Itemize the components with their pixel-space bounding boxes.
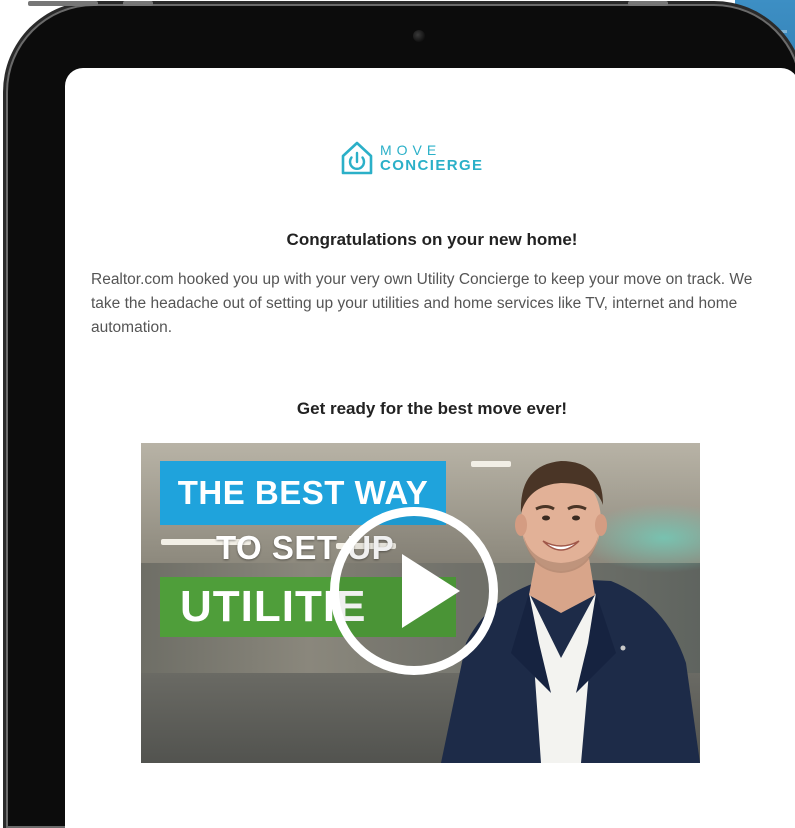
camera-icon [413,30,425,42]
email-body-paragraph: Realtor.com hooked you up with your very… [91,271,753,336]
device-button [628,1,668,6]
tablet-device: MOVE CONCIERGE Congratulations on your n… [8,1,795,828]
house-power-icon [341,141,373,175]
video-thumbnail[interactable]: THE BEST WAY TO SET UP UTILITIE [141,443,700,763]
play-button[interactable] [330,507,498,675]
device-button [123,1,153,6]
email-subheadline: Get ready for the best move ever! [296,399,568,418]
email-screen: MOVE CONCIERGE Congratulations on your n… [65,68,795,828]
logo-word-concierge: CONCIERGE [380,157,484,174]
device-button [28,1,98,6]
email-headline: Congratulations on your new home! [286,230,578,249]
logo-word-move: MOVE [380,142,442,158]
move-concierge-logo[interactable]: MOVE CONCIERGE [340,140,483,176]
play-icon [402,554,460,628]
